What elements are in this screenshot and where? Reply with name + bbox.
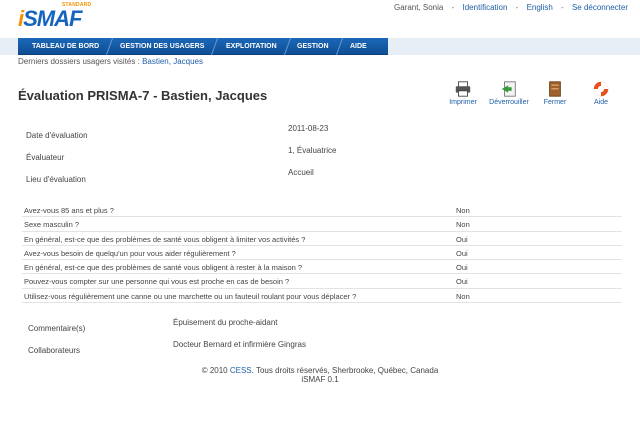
answer-value: Non	[456, 220, 470, 230]
unlock-document-icon	[501, 81, 516, 97]
evaluator-value: 1, Évaluatrice	[288, 146, 337, 155]
question-row: Utilisez-vous régulièrement une canne ou…	[22, 289, 622, 304]
comment-label: Commentaire(s)	[28, 324, 86, 333]
question-row: Avez-vous besoin de quelqu'un pour vous …	[22, 246, 622, 261]
nav-gestion[interactable]: GESTION	[284, 38, 343, 55]
cess-link[interactable]: CESS	[230, 366, 252, 375]
question-text: Utilisez-vous régulièrement une canne ou…	[24, 291, 357, 301]
evaluation-details: Date d'évaluation 2011-08-23 Évaluateur …	[22, 124, 622, 190]
answer-value: Non	[456, 291, 470, 301]
version-text: iSMAF 0.1	[301, 375, 339, 384]
close-label: Fermer	[543, 99, 567, 106]
comments-section: Commentaire(s) Épuisement du proche-aida…	[22, 316, 622, 360]
logout-link[interactable]: Se déconnecter	[572, 3, 628, 12]
date-row: Date d'évaluation 2011-08-23	[22, 124, 622, 146]
answer-value: Oui	[456, 263, 468, 273]
ismaf-logo[interactable]: STANDARD iSMAF	[18, 2, 98, 32]
question-text: En général, est-ce que des problèmes de …	[24, 234, 306, 244]
recent-records-label: Derniers dossiers usagers visités :	[18, 57, 140, 66]
question-row: Sexe masculin ? Non	[22, 217, 622, 232]
question-text: Avez-vous 85 ans et plus ?	[24, 206, 114, 215]
question-row: En général, est-ce que des problèmes de …	[22, 260, 622, 275]
copyright-line: © 2010 CESS. Tous droits réservés, Sherb…	[201, 366, 439, 375]
help-label: Aide	[593, 99, 608, 106]
answer-value: Oui	[456, 234, 468, 244]
question-row: Pouvez-vous compter sur une personne qui…	[22, 274, 622, 289]
question-text: En général, est-ce que des problèmes de …	[24, 263, 303, 273]
question-row: En général, est-ce que des problèmes de …	[22, 232, 622, 246]
footer: © 2010 CESS. Tous droits réservés, Sherb…	[0, 366, 640, 384]
date-label: Date d'évaluation	[26, 131, 88, 140]
recent-records: Derniers dossiers usagers visités : Bast…	[18, 57, 203, 66]
top-links: Garant, Sonia - Identification - English…	[394, 3, 628, 12]
answer-value: Oui	[456, 277, 468, 287]
collaborators-row: Collaborateurs Docteur Bernard et infirm…	[22, 338, 622, 360]
question-text: Pouvez-vous compter sur une personne qui…	[24, 277, 290, 287]
action-toolbar: Imprimer Déverrouiller Fermer Aide	[446, 80, 618, 106]
separator: -	[515, 3, 519, 12]
place-label: Lieu d'évaluation	[26, 175, 86, 184]
answer-value: Oui	[456, 248, 468, 258]
lifebuoy-icon	[593, 81, 609, 97]
close-button[interactable]: Fermer	[538, 80, 572, 106]
question-row: Avez-vous 85 ans et plus ? Non	[22, 203, 622, 218]
current-user: Garant, Sonia	[393, 3, 444, 12]
question-text: Avez-vous besoin de quelqu'un pour vous …	[24, 248, 236, 258]
answer-value: Non	[456, 206, 470, 215]
comment-row: Commentaire(s) Épuisement du proche-aida…	[22, 316, 622, 338]
nav-tableau-de-bord[interactable]: TABLEAU DE BORD	[18, 38, 114, 55]
questions-table: Avez-vous 85 ans et plus ? Non Sexe masc…	[22, 203, 622, 304]
logo-wordmark: iSMAF	[18, 6, 82, 31]
printer-icon	[455, 81, 471, 97]
page-title: Évaluation PRISMA-7 - Bastien, Jacques	[18, 88, 268, 103]
unlock-button[interactable]: Déverrouiller	[489, 80, 529, 106]
place-value: Accueil	[288, 168, 314, 177]
separator: -	[451, 3, 455, 12]
date-value: 2011-08-23	[288, 124, 329, 133]
print-button[interactable]: Imprimer	[446, 80, 480, 106]
evaluator-label: Évaluateur	[26, 153, 65, 162]
comment-value: Épuisement du proche-aidant	[173, 318, 278, 327]
collaborators-label: Collaborateurs	[28, 346, 81, 355]
evaluator-row: Évaluateur 1, Évaluatrice	[22, 146, 622, 168]
recent-record-link[interactable]: Bastien, Jacques	[142, 57, 203, 66]
nav-exploitation[interactable]: EXPLOITATION	[212, 38, 291, 55]
unlock-label: Déverrouiller	[489, 99, 529, 106]
separator: -	[561, 3, 564, 12]
nav-gestion-des-usagers[interactable]: GESTION DES USAGERS	[107, 38, 219, 55]
place-row: Lieu d'évaluation Accueil	[22, 168, 622, 190]
print-label: Imprimer	[449, 99, 477, 106]
close-door-icon	[549, 81, 561, 97]
identification-link[interactable]: Identification	[463, 3, 508, 12]
main-nav: TABLEAU DE BORD GESTION DES USAGERS EXPL…	[0, 38, 640, 55]
nav-aide[interactable]: AIDE	[337, 38, 380, 55]
help-button[interactable]: Aide	[584, 80, 618, 106]
question-text: Sexe masculin ?	[24, 220, 80, 230]
collaborators-value: Docteur Bernard et infirmière Gingras	[173, 340, 306, 349]
english-link[interactable]: English	[527, 3, 553, 12]
